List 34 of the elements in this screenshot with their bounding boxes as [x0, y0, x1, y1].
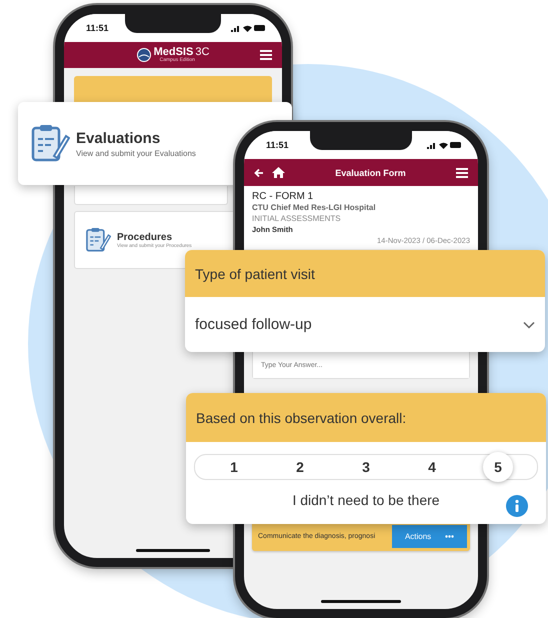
signal-icon	[427, 142, 437, 148]
battery-icon	[450, 142, 462, 148]
status-time: 11:51	[266, 140, 289, 150]
battery-icon	[254, 25, 266, 31]
back-arrow-icon[interactable]	[254, 168, 264, 178]
rating-option[interactable]: 4	[417, 452, 447, 482]
clipboard-icon	[85, 226, 111, 254]
field-label: Based on this observation overall:	[186, 393, 546, 442]
card-title: Procedures	[117, 232, 174, 242]
wifi-icon	[439, 142, 448, 148]
home-icon[interactable]	[272, 167, 285, 178]
card-title: Evaluations	[76, 130, 162, 146]
more-icon	[445, 535, 454, 538]
signal-icon	[231, 24, 241, 32]
rating-option[interactable]: 5	[483, 452, 513, 482]
screen-title: Evaluation Form	[334, 168, 407, 178]
rating-option[interactable]: 3	[351, 452, 381, 482]
dropdown-field[interactable]: focused follow-up	[185, 297, 545, 352]
wifi-icon	[243, 24, 252, 32]
logo-emblem-icon	[136, 48, 151, 62]
chevron-down-icon	[523, 320, 535, 328]
actions-button[interactable]: Actions	[392, 525, 467, 548]
logo-name: MedSIS	[154, 46, 194, 58]
rating-option[interactable]: 1	[219, 452, 249, 482]
form-name: RC - FORM 1	[252, 191, 314, 202]
status-time: 11:51	[86, 23, 109, 33]
menu-icon[interactable]	[260, 50, 272, 60]
card-description: View and submit your Evaluations	[76, 148, 196, 158]
rating-description: I didn’t need to be there	[292, 492, 440, 508]
service-name: CTU Chief Med Res-LGI Hospital	[252, 202, 377, 213]
field-label: Type of patient visit	[185, 250, 545, 297]
rating-option[interactable]: 2	[285, 452, 315, 482]
menu-icon[interactable]	[456, 168, 468, 178]
logo-suffix: 3C	[195, 46, 210, 58]
